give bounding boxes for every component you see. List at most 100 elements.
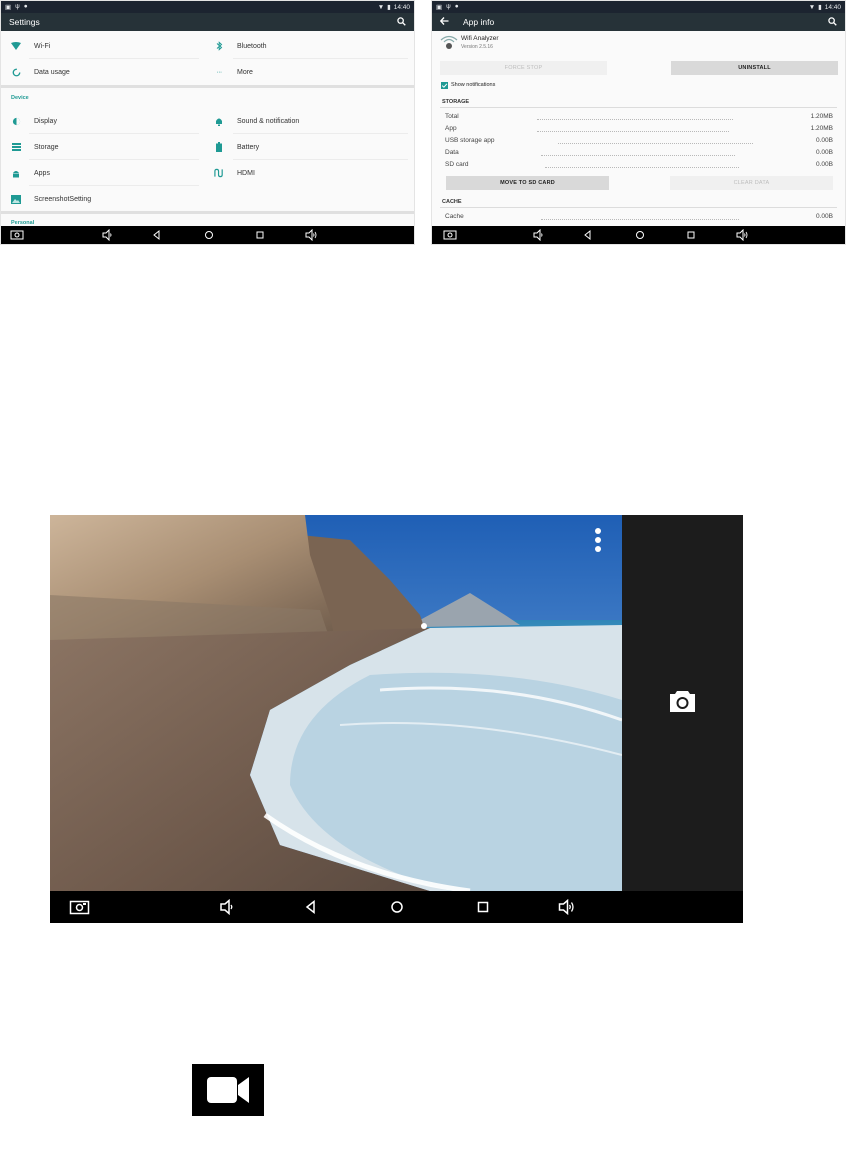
- camera-screenshot: [50, 515, 743, 923]
- back-arrow-icon[interactable]: [439, 17, 449, 27]
- volume-up-icon[interactable]: [558, 899, 576, 915]
- cache-label: Cache: [445, 213, 464, 220]
- settings-item-label: Sound & notification: [237, 117, 300, 125]
- app-name: Wifi Analyzer: [461, 35, 499, 42]
- settings-item-data-usage[interactable]: Data usage: [1, 62, 70, 82]
- bell-icon: [214, 116, 224, 126]
- settings-item-hdmi[interactable]: HDMI: [204, 163, 255, 183]
- volume-up-icon[interactable]: [736, 229, 748, 241]
- settings-item-more[interactable]: ··· More: [204, 62, 253, 82]
- settings-item-label: Apps: [34, 169, 50, 177]
- android-icon: [11, 168, 21, 178]
- section-header-cache: CACHE: [442, 199, 462, 205]
- settings-item-display[interactable]: Display: [1, 111, 57, 131]
- page-title: Settings: [9, 17, 40, 27]
- hdmi-icon: [214, 168, 224, 178]
- back-icon[interactable]: [151, 229, 163, 241]
- camera-icon[interactable]: [668, 688, 697, 714]
- screenshot-icon[interactable]: [69, 899, 90, 915]
- home-icon[interactable]: [389, 899, 405, 915]
- show-notifications-checkbox[interactable]: [441, 82, 448, 89]
- battery-status-icon: ▮: [818, 4, 822, 11]
- move-to-sd-card-button[interactable]: MOVE TO SD CARD: [446, 176, 609, 190]
- status-time: 14:40: [824, 3, 841, 11]
- storage-label: Data: [445, 149, 459, 156]
- cache-value: 0.00B: [816, 213, 833, 220]
- settings-item-label: ScreenshotSetting: [34, 195, 92, 203]
- back-icon[interactable]: [582, 229, 594, 241]
- volume-down-icon[interactable]: [101, 229, 113, 241]
- clear-data-button[interactable]: CLEAR DATA: [670, 176, 833, 190]
- battery-status-icon: ▮: [387, 4, 391, 11]
- navigation-bar: [50, 891, 743, 923]
- storage-row-total: Total 1.20MB: [445, 111, 833, 123]
- home-icon[interactable]: [634, 229, 646, 241]
- data-usage-icon: [11, 67, 21, 77]
- settings-item-label: Battery: [237, 143, 260, 151]
- app-info-toolbar: App info: [432, 13, 845, 31]
- navigation-bar: [432, 226, 845, 244]
- divider: [233, 133, 408, 134]
- bluetooth-icon: [214, 41, 224, 51]
- divider: [233, 58, 408, 59]
- screenshot-icon[interactable]: [10, 229, 24, 241]
- storage-row-app: App 1.20MB: [445, 123, 833, 135]
- settings-item-label: Display: [34, 117, 57, 125]
- recents-icon[interactable]: [685, 229, 697, 241]
- volume-down-icon[interactable]: [219, 899, 235, 915]
- settings-item-label: Bluetooth: [237, 42, 267, 50]
- section-separator: [1, 85, 414, 88]
- settings-item-bluetooth[interactable]: Bluetooth: [204, 36, 267, 56]
- cache-row: Cache 0.00B: [445, 211, 833, 223]
- storage-value: 0.00B: [816, 161, 833, 168]
- storage-row-data: Data 0.00B: [445, 147, 833, 159]
- divider: [29, 133, 199, 134]
- divider: [440, 107, 837, 108]
- wifi-status-icon: ▼: [808, 3, 816, 11]
- divider: [29, 58, 199, 59]
- gallery-notification-icon: ▣: [436, 4, 443, 11]
- gallery-notification-icon: ▣: [5, 4, 12, 11]
- section-header-storage: STORAGE: [442, 99, 470, 105]
- divider: [233, 159, 408, 160]
- status-time: 14:40: [393, 3, 410, 11]
- settings-item-wifi[interactable]: Wi-Fi: [1, 36, 50, 56]
- divider: [440, 207, 837, 208]
- volume-up-icon[interactable]: [305, 229, 317, 241]
- storage-value: 1.20MB: [810, 125, 833, 132]
- settings-item-screenshot[interactable]: ScreenshotSetting: [1, 189, 91, 209]
- storage-value: 0.00B: [816, 137, 833, 144]
- divider: [29, 159, 199, 160]
- wifi-status-icon: ▼: [377, 3, 385, 11]
- uninstall-button[interactable]: UNINSTALL: [671, 61, 838, 75]
- storage-label: Total: [445, 113, 459, 120]
- dotted-leader: [545, 167, 739, 168]
- storage-icon: [11, 142, 21, 152]
- settings-screenshot: ▣ ψ ● ▼ ▮ 14:40 Settings Wi-Fi Bluetooth: [0, 0, 415, 245]
- settings-item-label: More: [237, 68, 253, 76]
- screenshot-icon[interactable]: [443, 229, 457, 241]
- dotted-leader: [541, 219, 739, 220]
- search-icon[interactable]: [828, 16, 837, 28]
- settings-item-sound[interactable]: Sound & notification: [204, 111, 299, 131]
- recents-icon[interactable]: [254, 229, 266, 241]
- back-icon[interactable]: [303, 899, 319, 915]
- force-stop-button[interactable]: FORCE STOP: [440, 61, 607, 75]
- dotted-leader: [537, 119, 733, 120]
- video-camera-icon: [192, 1064, 264, 1116]
- settings-item-battery[interactable]: Battery: [204, 137, 259, 157]
- recents-icon[interactable]: [475, 899, 491, 915]
- settings-item-storage[interactable]: Storage: [1, 137, 59, 157]
- section-separator: [1, 211, 414, 214]
- overflow-menu-icon[interactable]: [594, 527, 602, 553]
- search-icon[interactable]: [397, 16, 406, 28]
- usb-icon: ψ: [446, 3, 451, 10]
- home-icon[interactable]: [203, 229, 215, 241]
- status-bar: ▣ ψ ● ▼ ▮ 14:40: [432, 1, 845, 13]
- volume-down-icon[interactable]: [532, 229, 544, 241]
- section-header-device: Device: [11, 95, 29, 101]
- usb-icon: ψ: [15, 3, 20, 10]
- settings-item-apps[interactable]: Apps: [1, 163, 50, 183]
- page-title: App info: [463, 17, 495, 27]
- display-icon: [11, 116, 21, 126]
